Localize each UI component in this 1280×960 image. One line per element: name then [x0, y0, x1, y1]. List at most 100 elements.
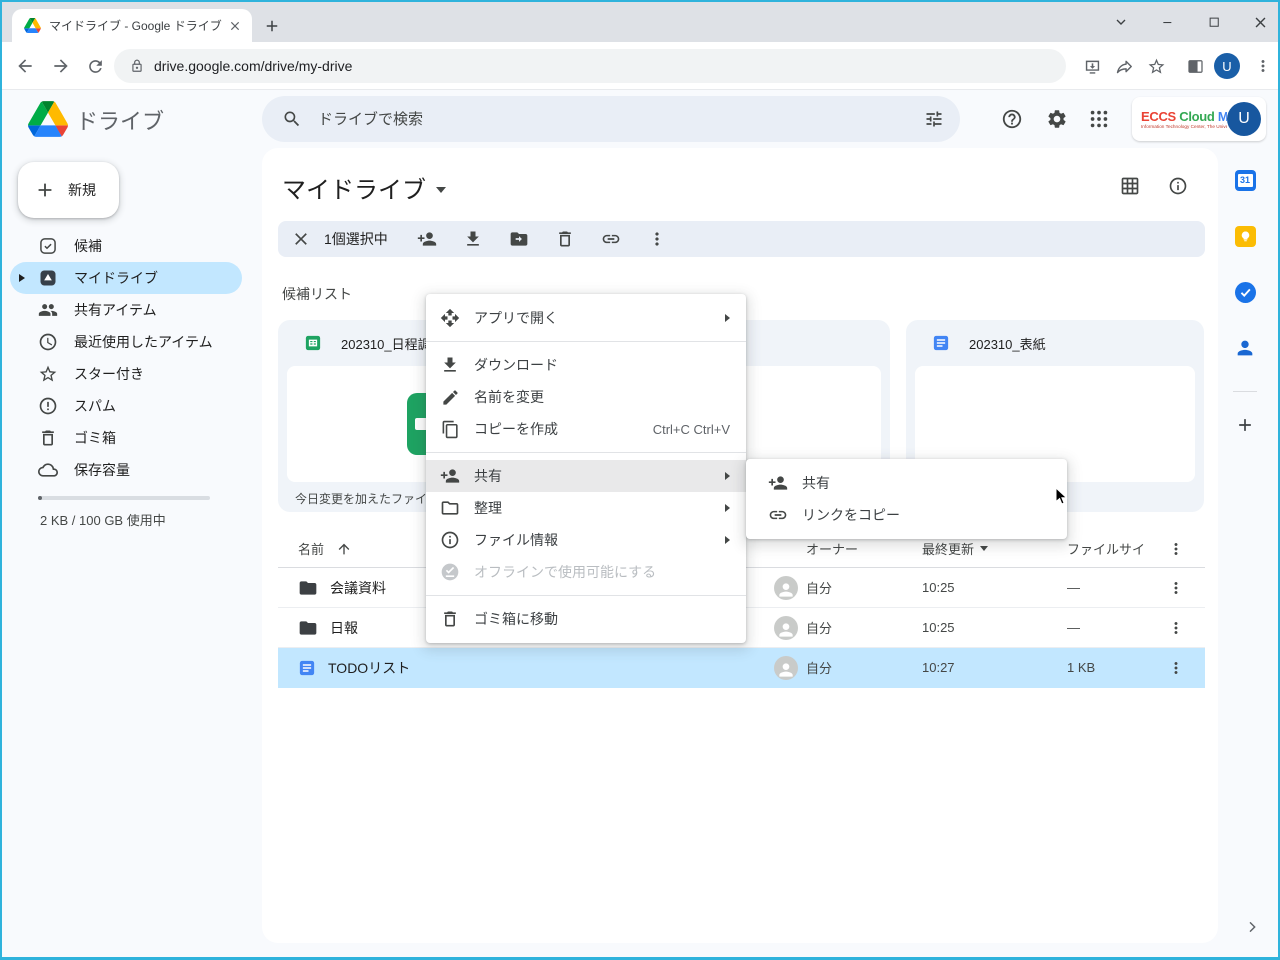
menu-item-rename[interactable]: 名前を変更 [426, 381, 746, 413]
calendar-icon[interactable]: 31 [1232, 167, 1258, 193]
expand-caret-icon[interactable] [19, 274, 25, 282]
column-name-label[interactable]: 名前 [298, 539, 324, 558]
sidebar-item-starred[interactable]: スター付き [10, 358, 242, 390]
tab-search-chevron-icon[interactable] [1106, 8, 1136, 36]
submenu-item-share[interactable]: 共有 [746, 467, 1067, 499]
selection-count: 1個選択中 [324, 229, 388, 249]
clock-icon [38, 332, 58, 352]
more-actions-icon[interactable] [646, 228, 668, 250]
browser-menu-icon[interactable] [1248, 52, 1278, 80]
browser-tab[interactable]: マイドライブ - Google ドライブ [12, 9, 252, 42]
show-side-panel-chevron-icon[interactable] [1244, 919, 1260, 935]
search-options-tune-icon[interactable] [924, 109, 944, 129]
page-title[interactable]: マイドライブ [282, 170, 446, 205]
list-options-icon[interactable] [1161, 540, 1191, 558]
back-button[interactable] [10, 52, 40, 80]
sidebar-item-my-drive[interactable]: マイドライブ [10, 262, 242, 294]
column-size-label[interactable]: ファイルサイ [1067, 542, 1145, 557]
sidebar: 新規 候補 マイドライブ 共有アイテム 最近使用したアイ [2, 148, 258, 957]
eccs-logo-subtitle: Information Technology Center, The Unive… [1141, 124, 1208, 129]
sidebar-item-trash[interactable]: ゴミ箱 [10, 422, 242, 454]
sidebar-item-spam[interactable]: スパム [10, 390, 242, 422]
install-page-icon[interactable] [1077, 52, 1107, 80]
window-minimize-button[interactable] [1153, 8, 1183, 36]
download-icon[interactable] [462, 228, 484, 250]
contacts-icon[interactable] [1232, 335, 1258, 361]
menu-item-move-to-trash[interactable]: ゴミ箱に移動 [426, 603, 746, 635]
url-bar[interactable]: drive.google.com/drive/my-drive [114, 49, 1066, 83]
spam-icon [38, 396, 58, 416]
docs-file-icon [932, 334, 950, 352]
rename-pencil-icon [440, 387, 460, 407]
share-person-add-icon[interactable] [416, 228, 438, 250]
context-menu: アプリで開く ダウンロード 名前を変更 コピーを作成 Ctrl+C Ctrl+V… [426, 294, 746, 643]
copy-shortcut: Ctrl+C Ctrl+V [653, 422, 730, 437]
sort-ascending-icon[interactable] [336, 541, 352, 557]
column-modified-label[interactable]: 最終更新 [922, 539, 974, 558]
browser-window: マイドライブ - Google ドライブ drive.google.com/dr… [0, 0, 1280, 960]
download-icon [440, 355, 460, 375]
row-more-icon[interactable] [1161, 619, 1191, 637]
details-info-icon[interactable] [1168, 176, 1188, 196]
browser-profile-avatar[interactable]: U [1214, 53, 1240, 79]
sidebar-item-recent[interactable]: 最近使用したアイテム [10, 326, 242, 358]
get-addons-plus-icon[interactable] [1232, 412, 1258, 438]
window-close-button[interactable] [1245, 8, 1275, 36]
offline-pin-icon [440, 562, 460, 582]
sidebar-item-storage[interactable]: 保存容量 [10, 454, 242, 486]
storage-progress-bar [38, 496, 210, 500]
menu-item-make-copy[interactable]: コピーを作成 Ctrl+C Ctrl+V [426, 413, 746, 445]
menu-item-organize[interactable]: 整理 [426, 492, 746, 524]
search-input[interactable] [316, 110, 924, 129]
keep-icon[interactable] [1232, 223, 1258, 249]
plus-icon [34, 179, 56, 201]
drive-logo-icon[interactable] [28, 101, 68, 137]
row-more-icon[interactable] [1161, 659, 1191, 677]
grid-view-toggle-icon[interactable] [1120, 176, 1140, 196]
google-apps-grid-icon[interactable] [1088, 108, 1112, 132]
copy-link-icon[interactable] [600, 228, 622, 250]
reload-button[interactable] [80, 52, 110, 80]
menu-item-open-with[interactable]: アプリで開く [426, 302, 746, 334]
new-button[interactable]: 新規 [18, 162, 119, 218]
sheets-file-icon [304, 334, 322, 352]
tab-close-icon[interactable] [226, 17, 244, 35]
help-icon[interactable] [1001, 108, 1025, 132]
menu-item-file-info[interactable]: ファイル情報 [426, 524, 746, 556]
forward-button[interactable] [46, 52, 76, 80]
side-panel-icon[interactable] [1180, 52, 1210, 80]
menu-item-share[interactable]: 共有 [426, 460, 746, 492]
new-tab-button[interactable] [262, 16, 282, 36]
account-badge[interactable]: ECCS Cloud Mail Information Technology C… [1132, 97, 1266, 141]
sidebar-item-suggested[interactable]: 候補 [10, 230, 242, 262]
window-maximize-button[interactable] [1199, 8, 1229, 36]
row-more-icon[interactable] [1161, 579, 1191, 597]
search-icon[interactable] [282, 109, 302, 129]
bookmark-star-icon[interactable] [1141, 52, 1171, 80]
trash-icon[interactable] [554, 228, 576, 250]
info-icon [440, 530, 460, 550]
menu-divider [426, 452, 746, 453]
submenu-arrow-icon [725, 314, 730, 322]
url-text: drive.google.com/drive/my-drive [154, 58, 352, 74]
copy-icon [440, 419, 460, 439]
account-avatar[interactable]: U [1227, 102, 1261, 136]
sidebar-item-shared[interactable]: 共有アイテム [10, 294, 242, 326]
folder-icon [298, 618, 318, 638]
my-drive-icon [38, 268, 58, 288]
share-page-icon[interactable] [1109, 52, 1139, 80]
menu-item-download[interactable]: ダウンロード [426, 349, 746, 381]
submenu-item-copy-link[interactable]: リンクをコピー [746, 499, 1067, 531]
column-owner-label[interactable]: オーナー [806, 539, 858, 558]
file-row-selected[interactable]: TODOリスト 自分 10:27 1 KB [278, 648, 1205, 688]
tasks-icon[interactable] [1232, 279, 1258, 305]
tab-title: マイドライブ - Google ドライブ [49, 17, 226, 34]
clear-selection-icon[interactable] [290, 228, 312, 250]
settings-gear-icon[interactable] [1046, 108, 1070, 132]
title-dropdown-caret-icon[interactable] [436, 187, 446, 193]
submenu-arrow-icon [725, 504, 730, 512]
submenu-arrow-icon [725, 536, 730, 544]
move-to-folder-icon[interactable] [508, 228, 530, 250]
drive-search-bar[interactable] [262, 96, 960, 142]
mouse-cursor [1055, 487, 1069, 505]
